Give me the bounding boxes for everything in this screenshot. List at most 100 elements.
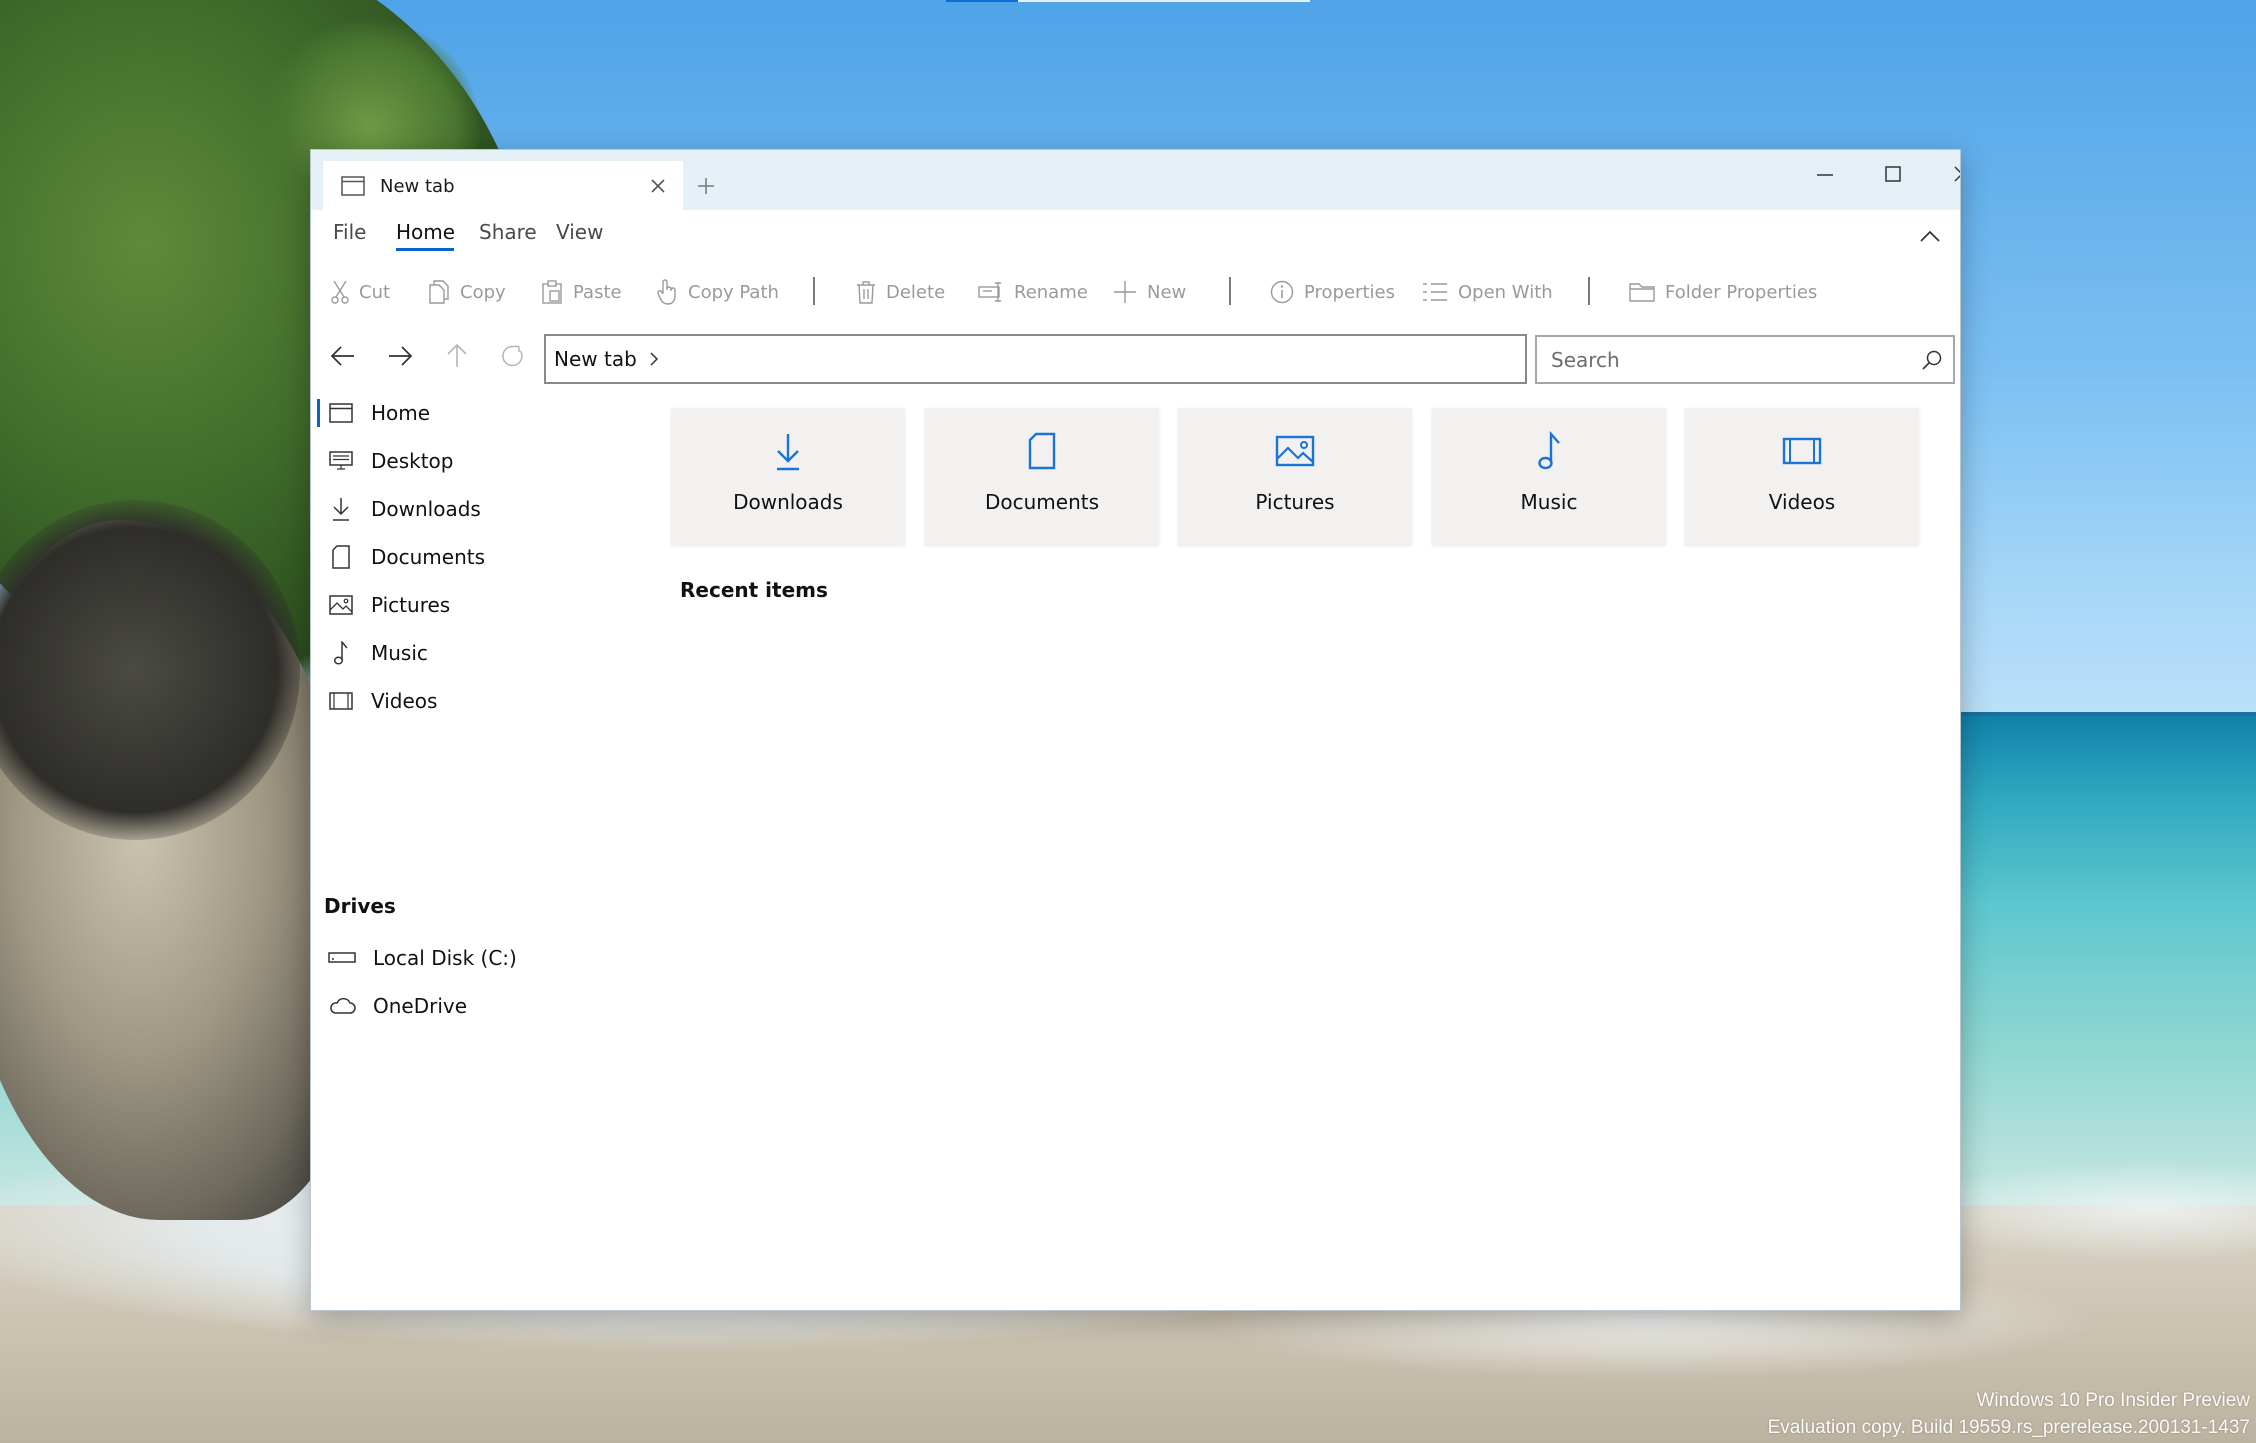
properties-button[interactable]: Properties (1270, 274, 1395, 310)
cloud-icon (328, 995, 356, 1017)
cut-button[interactable]: Cut (331, 274, 390, 310)
card-music[interactable]: Music (1432, 408, 1666, 545)
card-pictures[interactable]: Pictures (1178, 408, 1412, 545)
open-with-button[interactable]: Open With (1422, 274, 1553, 310)
rename-label: Rename (1014, 281, 1088, 303)
rename-button[interactable]: Rename (978, 274, 1088, 310)
sidebar-item-music[interactable]: Music (311, 630, 641, 676)
trash-icon (857, 281, 875, 304)
card-label: Pictures (1255, 490, 1335, 514)
sidebar-item-desktop[interactable]: Desktop (311, 438, 641, 484)
forward-arrow-icon[interactable] (380, 336, 420, 376)
new-tab-plus-icon[interactable] (692, 172, 720, 200)
clipboard-icon (542, 280, 562, 304)
breadcrumb-new-tab[interactable]: New tab (554, 347, 637, 371)
picture-icon (1178, 430, 1412, 472)
breadcrumb-chevron-right-icon[interactable] (649, 351, 659, 367)
ribbon-tab-home[interactable]: Home (396, 220, 455, 244)
sidebar-item-label: Desktop (371, 449, 454, 473)
delete-label: Delete (886, 281, 946, 303)
card-downloads[interactable]: Downloads (671, 408, 905, 545)
sidebar-item-label: Home (371, 401, 431, 425)
active-tab-indicator (396, 248, 454, 251)
card-label: Downloads (733, 490, 843, 514)
card-videos[interactable]: Videos (1685, 408, 1919, 545)
tab-title: New tab (380, 175, 455, 197)
video-icon (1685, 430, 1919, 472)
sidebar-item-documents[interactable]: Documents (311, 534, 641, 580)
selection-indicator (317, 399, 320, 427)
scissors-icon (331, 280, 349, 304)
properties-label: Properties (1304, 281, 1395, 303)
paste-label: Paste (573, 281, 622, 303)
back-arrow-icon[interactable] (323, 336, 363, 376)
delete-button[interactable]: Delete (856, 274, 945, 310)
drives-heading: Drives (324, 894, 396, 918)
address-bar[interactable]: New tab (544, 334, 1527, 384)
copy-button[interactable]: Copy (428, 274, 506, 310)
folder-properties-button[interactable]: Folder Properties (1629, 274, 1817, 310)
new-label: New (1147, 281, 1187, 303)
card-documents[interactable]: Documents (925, 408, 1159, 545)
drive-icon (328, 947, 356, 969)
toolbar-separator (1588, 277, 1590, 305)
ribbon-tab-view[interactable]: View (556, 220, 603, 244)
sidebar-item-onedrive[interactable]: OneDrive (311, 983, 641, 1029)
tab-new-tab[interactable]: New tab (323, 161, 683, 211)
file-explorer-window: New tab File Home Share View Cut Copy Pa… (310, 149, 1961, 1311)
video-icon (329, 690, 353, 712)
top-taskbar-indicator (1018, 0, 1310, 2)
search-icon[interactable] (1921, 349, 1943, 371)
folder-icon (1629, 283, 1655, 302)
minimize-icon[interactable] (1791, 150, 1859, 198)
document-icon (925, 430, 1159, 472)
navigation-bar: New tab Search (311, 328, 1960, 386)
card-label: Music (1520, 490, 1578, 514)
ribbon-tabs: File Home Share View (311, 210, 1960, 260)
search-placeholder: Search (1551, 347, 1620, 372)
plus-icon (1114, 281, 1136, 303)
collapse-ribbon-chevron-up-icon[interactable] (1914, 220, 1946, 252)
paste-button[interactable]: Paste (541, 274, 622, 310)
window-icon (341, 176, 365, 196)
desktop-watermark: Windows 10 Pro Insider Preview Evaluatio… (1768, 1387, 2250, 1441)
refresh-icon[interactable] (493, 336, 533, 376)
title-bar: New tab (311, 150, 1960, 211)
tab-close-icon[interactable] (647, 175, 669, 197)
music-note-icon (1432, 430, 1666, 472)
document-icon (329, 545, 353, 569)
ribbon-tab-file[interactable]: File (333, 220, 366, 244)
close-icon[interactable] (1928, 150, 1960, 198)
sidebar-item-videos[interactable]: Videos (311, 678, 641, 724)
sidebar-item-home[interactable]: Home (311, 390, 641, 436)
open-with-label: Open With (1458, 281, 1553, 303)
sidebar-item-label: Music (371, 641, 428, 665)
watermark-build: Evaluation copy. Build 19559.rs_prerelea… (1767, 1417, 2250, 1438)
sidebar-item-label: Downloads (371, 497, 481, 521)
ribbon-tab-share[interactable]: Share (479, 220, 537, 244)
up-arrow-icon[interactable] (437, 336, 477, 376)
toolbar-separator (1229, 277, 1231, 305)
card-label: Videos (1768, 490, 1836, 514)
sidebar-item-label: Local Disk (C:) (373, 946, 517, 970)
desktop-icon (329, 450, 353, 472)
copy-icon (429, 280, 449, 304)
folder-properties-label: Folder Properties (1665, 281, 1818, 303)
sidebar-item-local-disk[interactable]: Local Disk (C:) (311, 935, 641, 981)
sidebar: Home Desktop Downloads Documents Picture… (311, 390, 641, 1310)
cut-label: Cut (359, 281, 391, 303)
sidebar-item-pictures[interactable]: Pictures (311, 582, 641, 628)
list-icon (1423, 283, 1447, 301)
wallpaper-horizon (1960, 712, 2256, 716)
download-icon (671, 430, 905, 472)
copy-path-button[interactable]: Copy Path (656, 274, 779, 310)
sidebar-item-label: Pictures (371, 593, 451, 617)
search-input[interactable]: Search (1535, 335, 1955, 384)
download-icon (329, 498, 353, 521)
command-toolbar: Cut Copy Paste Copy Path Delete Rename N… (311, 264, 1960, 322)
new-button[interactable]: New (1113, 274, 1186, 310)
sidebar-item-downloads[interactable]: Downloads (311, 486, 641, 532)
maximize-icon[interactable] (1859, 150, 1927, 198)
home-window-icon (329, 402, 353, 424)
card-label: Documents (984, 490, 1100, 514)
